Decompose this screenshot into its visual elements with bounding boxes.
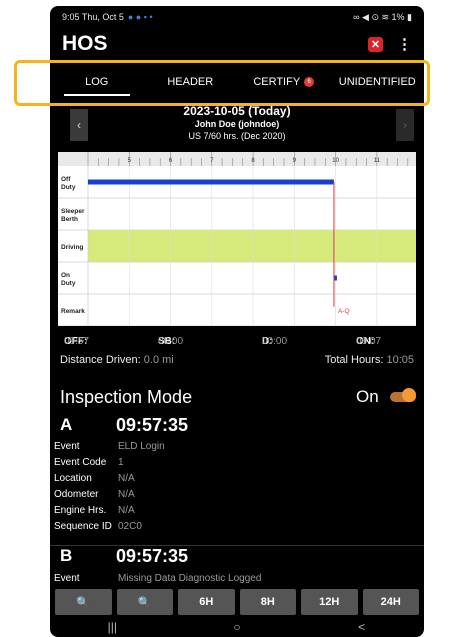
event-field: Event Missing Data Diagnostic Logged: [54, 573, 262, 584]
inspection-mode-label: Inspection Mode: [60, 387, 193, 407]
zoom-in-icon[interactable]: 🔍: [116, 589, 173, 615]
close-icon[interactable]: ✕: [368, 36, 383, 52]
device-screen: 9:05 Thu, Oct 5 ● ● ▪ • ∞ ◀ ⊙ ≋ 1% ▮ HOS…: [50, 6, 424, 637]
total-hours: Total Hours: 10:05: [324, 354, 414, 366]
log-date: 2023-10-05 (Today): [183, 104, 291, 118]
app-bar: HOS ✕ ⋮: [50, 28, 424, 60]
event-letter: A: [60, 415, 73, 434]
event-item-b[interactable]: B 09:57:35 Event Missing Data Diagnostic …: [50, 546, 424, 588]
row-label: Berth: [61, 216, 78, 223]
certify-badge: 6: [304, 77, 315, 87]
range-12h-button[interactable]: 12H: [301, 589, 358, 615]
hos-log-graph: 5 6 7 8 9 10 11OffDutySleeperBerthDrivingOnDut…: [58, 152, 416, 326]
inspection-mode-state: On: [356, 387, 379, 406]
app-title: HOS: [62, 32, 108, 55]
driver-name: John Doe (johndoe): [194, 119, 280, 129]
event-field: Sequence ID 02C0: [54, 521, 142, 532]
status-bar: 9:05 Thu, Oct 5 ● ● ▪ • ∞ ◀ ⊙ ≋ 1% ▮: [50, 6, 424, 28]
range-24h-button[interactable]: 24H: [362, 589, 419, 615]
row-label: Sleeper: [61, 208, 85, 215]
axis-tick-label: 10: [332, 158, 339, 164]
row-label: On: [61, 272, 70, 279]
row-label: Duty: [61, 280, 76, 287]
event-field: Engine Hrs. N/A: [54, 505, 135, 516]
recent-apps-icon[interactable]: |||: [50, 617, 175, 637]
event-field: Event Code 1: [54, 457, 124, 468]
event-time: 09:57:35: [116, 546, 189, 566]
notification-icons: ● ● ▪ •: [127, 12, 153, 22]
duty-segment: [88, 179, 334, 185]
row-label: Remark: [61, 308, 85, 315]
time-axis-band: [58, 152, 416, 166]
row-label: Duty: [61, 184, 76, 191]
event-item-a[interactable]: A 09:57:35 Event ELD Login Event Code 1 Lo…: [50, 415, 424, 551]
event-field: Odometer N/A: [54, 489, 135, 500]
zoom-out-icon[interactable]: 🔍: [55, 589, 112, 615]
hos-rule: US 7/60 hrs. (Dec 2020): [188, 131, 286, 141]
toggle-knob[interactable]: [402, 388, 416, 402]
status-right: ∞ ◀ ⊙ ≋ 1% ▮: [353, 11, 412, 22]
axis-tick-label: 11: [374, 158, 381, 164]
event-time: 09:57:35: [116, 415, 189, 435]
system-nav-bar: ||| ○ <: [50, 617, 424, 637]
range-6h-button[interactable]: 6H: [178, 589, 235, 615]
event-field: Event ELD Login: [54, 441, 165, 452]
tab-certify[interactable]: CERTIFY 6: [237, 62, 331, 102]
hos-log-chart: 5 6 7 8 9 10 11 Off Duty Sleeper Berth Driving On Dut…: [58, 152, 416, 326]
range-8h-button[interactable]: 8H: [239, 589, 296, 615]
more-vert-icon[interactable]: ⋮: [397, 35, 412, 53]
tab-header[interactable]: HEADER: [144, 62, 238, 102]
duty-summary: OFF: 09:57 SB: 00:00 D: 00:00 ON: 00:07: [64, 336, 382, 347]
tab-unidentified[interactable]: UNIDENTIFIED: [331, 62, 425, 102]
tab-log[interactable]: LOG: [50, 62, 144, 102]
log-date-header: 2023-10-05 (Today) John Doe (johndoe) US…: [58, 104, 416, 150]
distance-driven: Distance Driven: 0.0 mi: [60, 354, 174, 366]
row-label: Off: [61, 176, 71, 183]
tab-bar: LOG HEADER CERTIFY 6 UNIDENTIFIED: [50, 62, 424, 102]
zoom-toolbar: 🔍 🔍 6H 8H 12H 24H: [50, 589, 424, 615]
event-field: Location N/A: [54, 473, 135, 484]
home-icon[interactable]: ○: [175, 617, 300, 637]
row-label: Driving: [61, 244, 83, 251]
driving-row-band: [88, 230, 416, 262]
back-icon[interactable]: <: [299, 617, 424, 637]
distance-row: Distance Driven: 0.0 mi Total Hours: 10:…: [50, 350, 424, 370]
remark-label: A-Q: [338, 308, 350, 315]
event-letter: B: [60, 546, 73, 565]
status-time: 9:05 Thu, Oct 5: [62, 12, 124, 22]
inspection-mode-row: Inspection Mode On: [50, 382, 424, 412]
